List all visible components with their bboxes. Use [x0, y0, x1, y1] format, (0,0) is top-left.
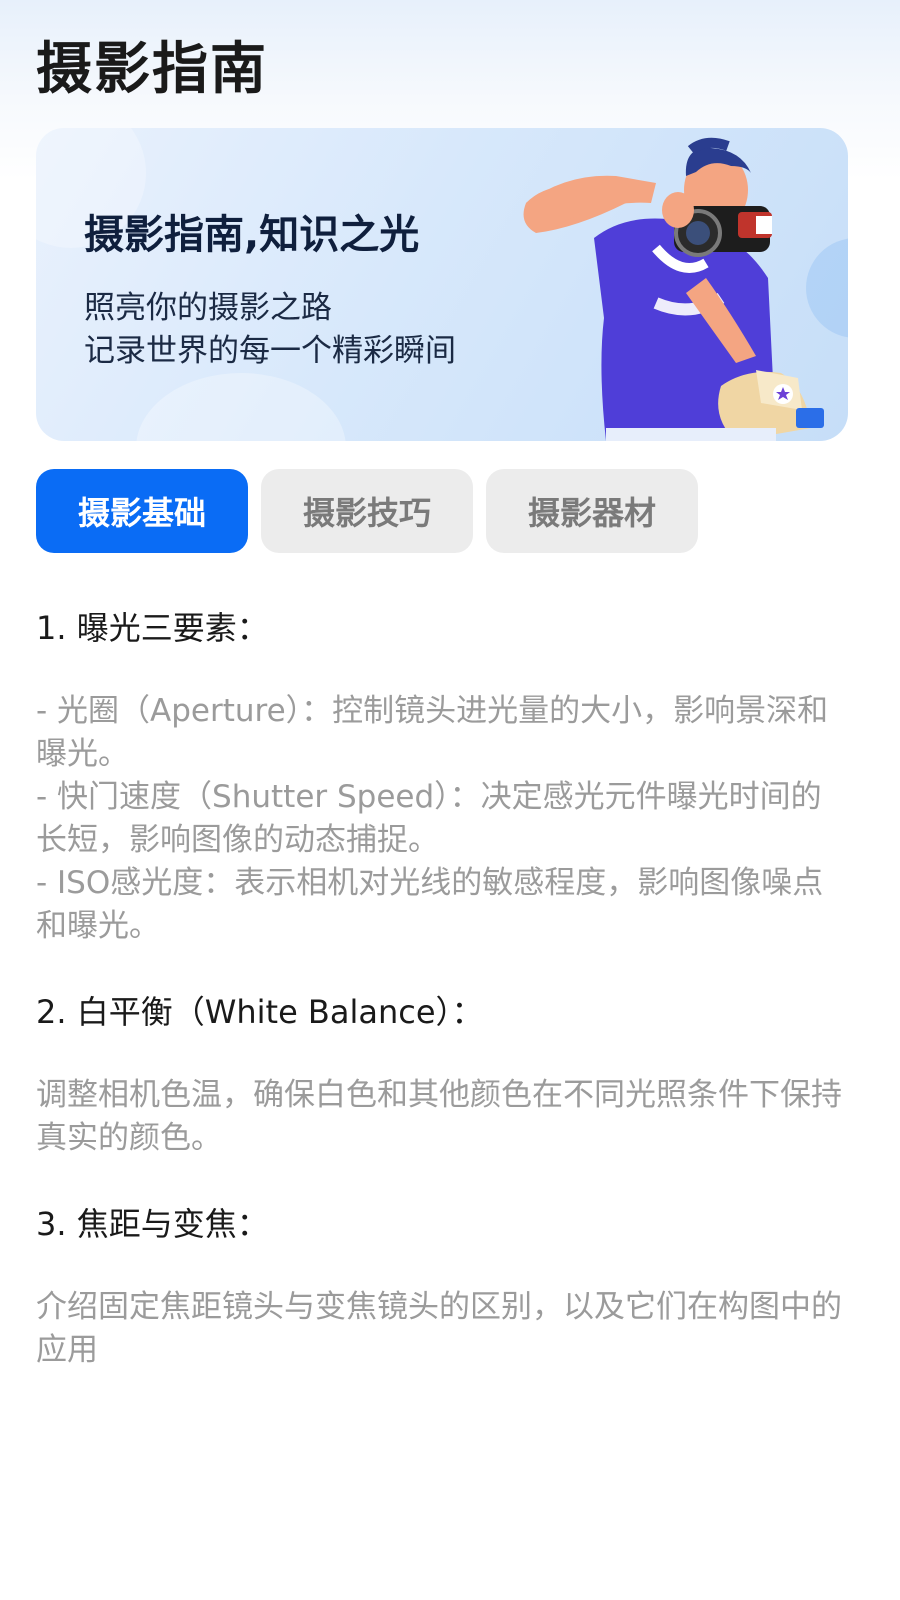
article-content: 1. 曝光三要素： - 光圈（Aperture）：控制镜头进光量的大小，影响景深…: [36, 606, 848, 1372]
section-heading-white-balance: 2. 白平衡（White Balance）：: [36, 993, 484, 1031]
photographer-illustration-icon: [523, 137, 824, 441]
hero-banner: 摄影指南,知识之光 照亮你的摄影之路 记录世界的每一个精彩瞬间: [36, 128, 848, 441]
focal-length-text: 介绍固定焦距镜头与变焦镜头的区别，以及它们在构图中的应用: [36, 1289, 842, 1368]
tab-photography-techniques[interactable]: 摄影技巧: [261, 469, 473, 553]
banner-headline: 摄影指南,知识之光: [84, 212, 420, 258]
section-heading-exposure: 1. 曝光三要素：: [36, 609, 269, 647]
exposure-item-shutter-speed: - 快门速度（Shutter Speed）：决定感光元件曝光时间的长短，影响图像…: [36, 779, 822, 858]
white-balance-text: 调整相机色温，确保白色和其他颜色在不同光照条件下保持真实的颜色。: [36, 1077, 842, 1156]
page-title: 摄影指南: [36, 37, 268, 102]
exposure-item-iso: - ISO感光度：表示相机对光线的敏感程度，影响图像噪点和曝光。: [36, 865, 824, 944]
tab-photography-basics[interactable]: 摄影基础: [36, 469, 248, 553]
banner-decor-bubble: [136, 373, 346, 441]
tab-photography-equipment[interactable]: 摄影器材: [486, 469, 698, 553]
exposure-item-aperture: - 光圈（Aperture）：控制镜头进光量的大小，影响景深和曝光。: [36, 693, 829, 772]
section-heading-focal-length: 3. 焦距与变焦：: [36, 1205, 269, 1243]
banner-subtitle-1: 照亮你的摄影之路: [84, 290, 332, 326]
banner-subtitle-2: 记录世界的每一个精彩瞬间: [84, 333, 456, 369]
